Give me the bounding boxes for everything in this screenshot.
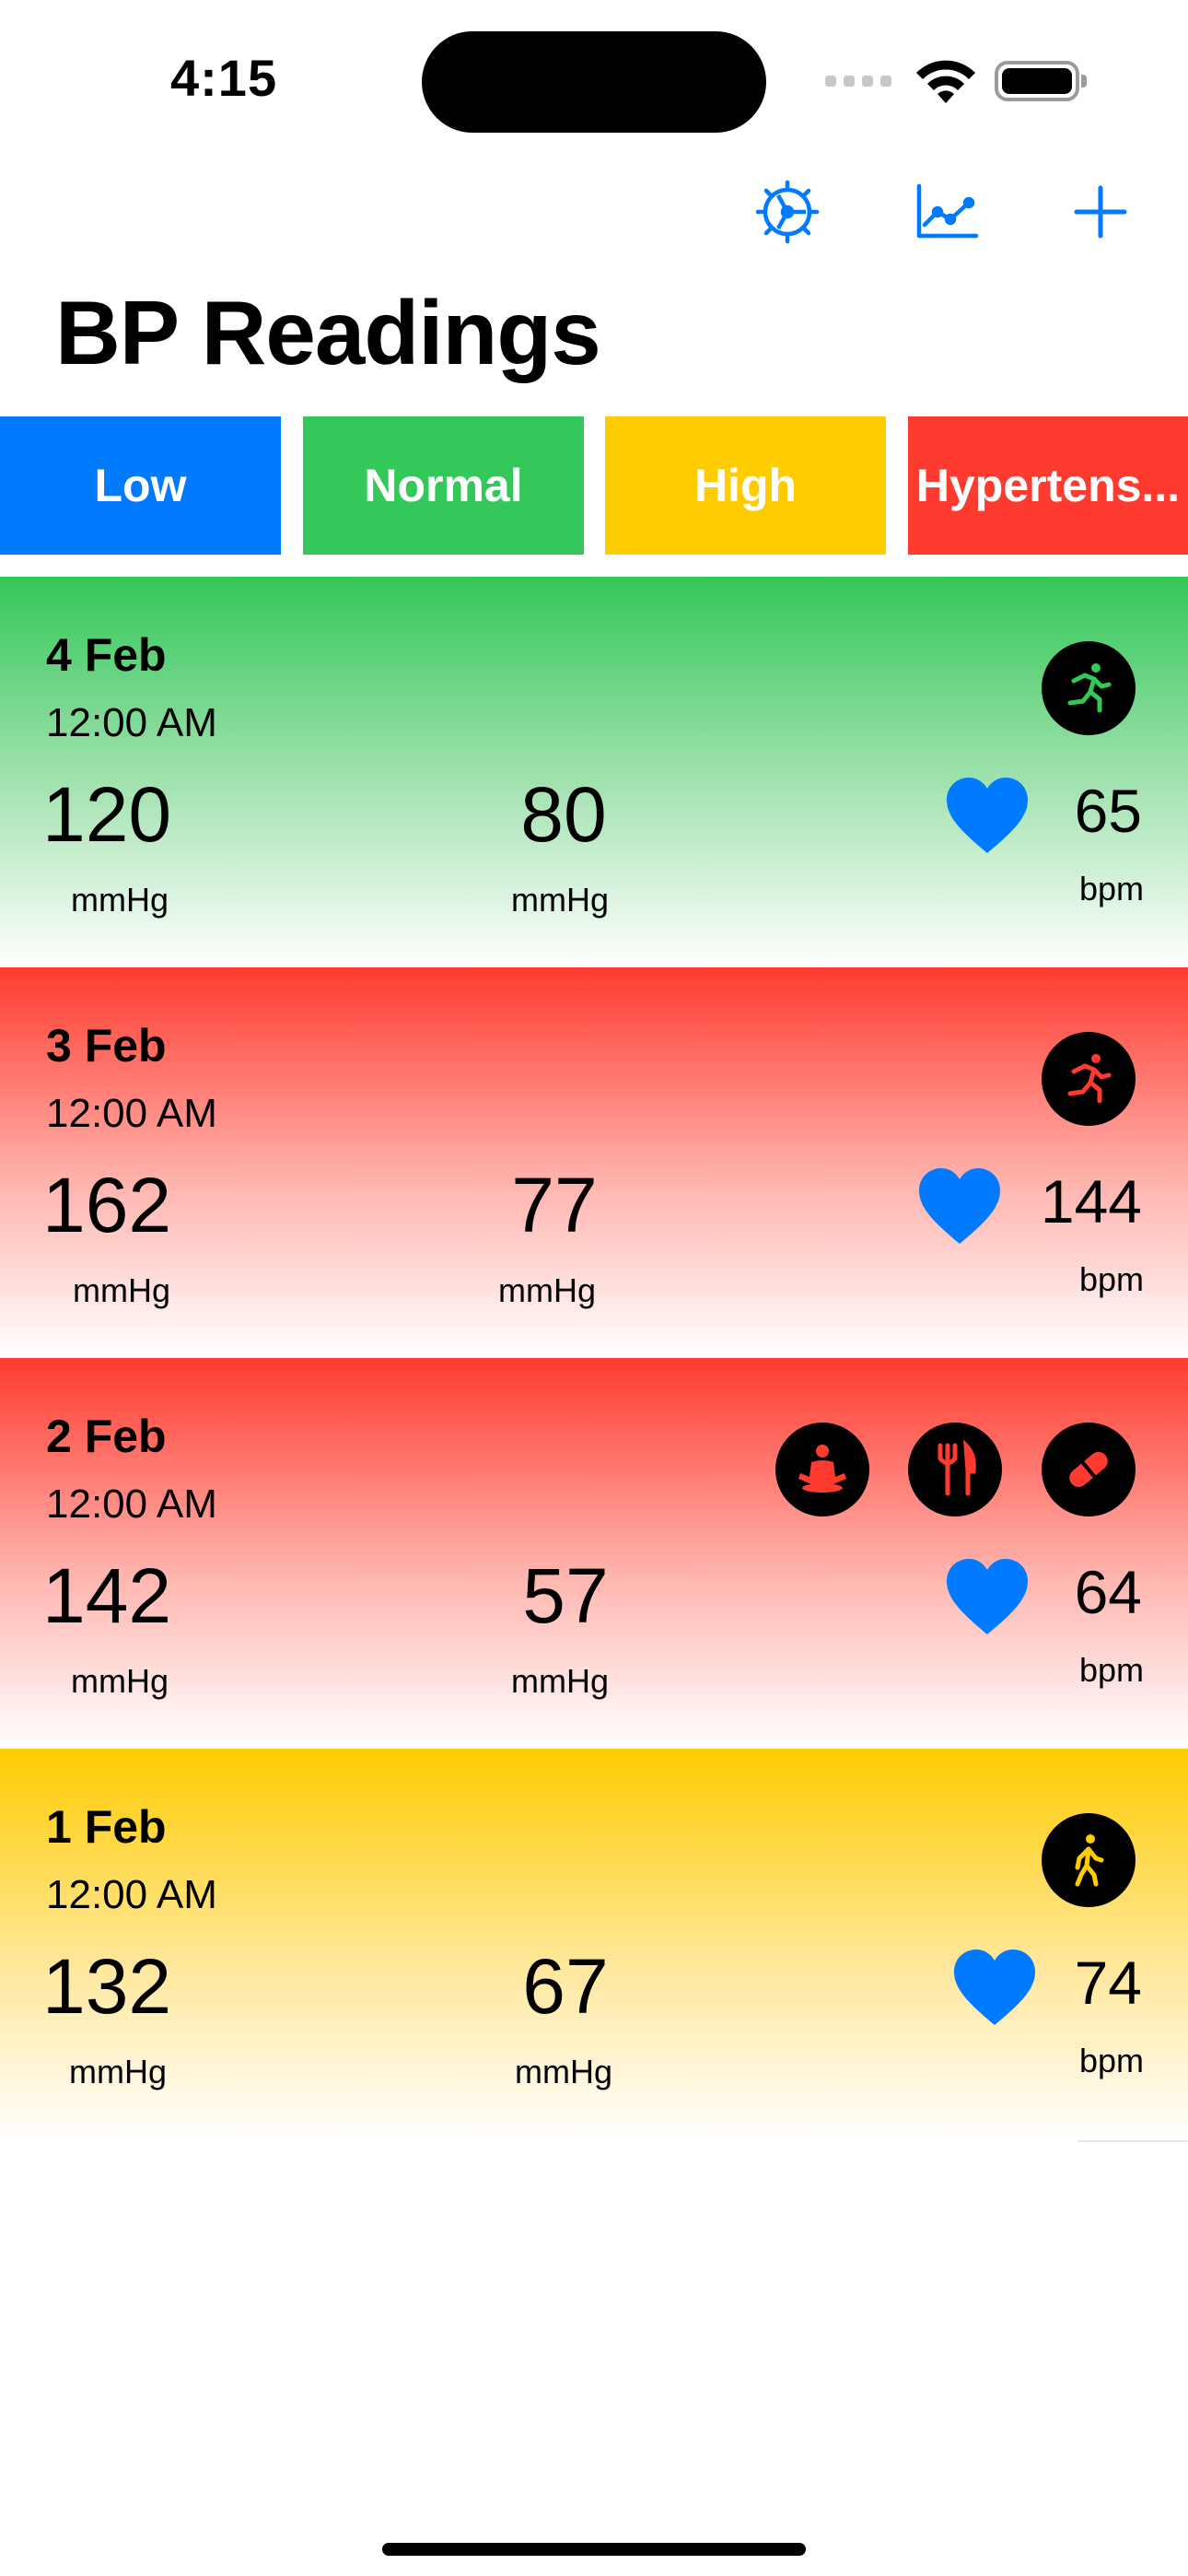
reading-row[interactable]: 3 Feb 12:00 AM 162 mmHg 77 mmHg 144 bpm (0, 967, 1188, 1358)
fork-knife-icon (938, 1440, 976, 1496)
filter-high[interactable]: High (605, 416, 886, 555)
readings-list: 4 Feb 12:00 AM 120 mmHg 80 mmHg 65 bpm 3… (0, 577, 1188, 2139)
settings-gear-icon (755, 180, 820, 244)
diastolic-value: 80 (520, 771, 607, 858)
cellular-signal-icon (825, 76, 891, 87)
walking-icon (1075, 1834, 1104, 1887)
pulse-unit: bpm (1078, 2042, 1144, 2079)
chart-icon (916, 183, 979, 239)
activity-tag (908, 1423, 1002, 1516)
battery-icon (995, 61, 1087, 101)
wifi-icon (916, 60, 975, 103)
pill-icon (1069, 1452, 1108, 1487)
systolic-unit: mmHg (73, 1271, 170, 1309)
reading-time: 12:00 AM (46, 1872, 217, 1917)
reading-time: 12:00 AM (46, 1481, 217, 1527)
reading-row[interactable]: 1 Feb 12:00 AM 132 mmHg 67 mmHg 74 bpm (0, 1749, 1188, 2139)
pulse-value: 74 (1074, 1949, 1142, 2017)
heart-icon (947, 778, 1028, 853)
pulse-value: 144 (1040, 1167, 1142, 1235)
heart-icon (919, 1168, 1000, 1244)
reading-time: 12:00 AM (46, 1091, 217, 1136)
filter-normal[interactable]: Normal (303, 416, 584, 555)
heart-icon (947, 1559, 1028, 1634)
pulse-unit: bpm (1078, 870, 1144, 907)
diastolic-value: 67 (522, 1943, 609, 2030)
reading-row[interactable]: 2 Feb 12:00 AM 142 mmHg 57 mmHg 64 bpm (0, 1358, 1188, 1749)
pulse-value: 65 (1074, 777, 1142, 845)
activity-tag (1042, 641, 1136, 735)
activity-tag (1042, 1423, 1136, 1516)
settings-button[interactable] (751, 175, 824, 249)
diastolic-unit: mmHg (498, 1271, 596, 1309)
plus-icon (1074, 185, 1127, 239)
reading-date: 1 Feb (46, 1801, 167, 1853)
activity-tag (1042, 1032, 1136, 1126)
systolic-value: 162 (42, 1162, 172, 1248)
systolic-unit: mmHg (71, 1662, 169, 1700)
diastolic-value: 77 (511, 1162, 598, 1248)
systolic-value: 120 (42, 771, 172, 858)
reading-date: 2 Feb (46, 1411, 167, 1462)
pulse-unit: bpm (1078, 1260, 1144, 1298)
page-title: BP Readings (55, 282, 601, 383)
pulse-unit: bpm (1078, 1651, 1144, 1689)
systolic-unit: mmHg (69, 2053, 167, 2090)
diastolic-value: 57 (522, 1552, 609, 1639)
systolic-value: 132 (42, 1943, 172, 2030)
meditation-icon (798, 1445, 846, 1493)
diastolic-unit: mmHg (515, 2053, 612, 2090)
diastolic-unit: mmHg (511, 1662, 609, 1700)
running-icon (1067, 1054, 1112, 1104)
heart-icon (954, 1950, 1035, 2025)
home-indicator[interactable] (382, 2543, 806, 2556)
status-icons (825, 57, 1087, 105)
activity-tag (1042, 1813, 1136, 1907)
chart-button[interactable] (910, 175, 984, 249)
diastolic-unit: mmHg (511, 881, 609, 919)
activity-tag (775, 1423, 869, 1516)
filter-low[interactable]: Low (0, 416, 281, 555)
list-divider (1077, 2140, 1188, 2142)
running-icon (1067, 663, 1112, 713)
reading-row[interactable]: 4 Feb 12:00 AM 120 mmHg 80 mmHg 65 bpm (0, 577, 1188, 967)
pulse-value: 64 (1074, 1558, 1142, 1626)
add-reading-button[interactable] (1064, 175, 1137, 249)
systolic-value: 142 (42, 1552, 172, 1639)
reading-date: 3 Feb (46, 1020, 167, 1071)
reading-time: 12:00 AM (46, 700, 217, 745)
category-filters: Low Normal High Hypertens... (0, 416, 1188, 555)
reading-date: 4 Feb (46, 629, 167, 681)
status-time: 4:15 (170, 49, 278, 107)
systolic-unit: mmHg (71, 881, 169, 919)
dynamic-island (422, 31, 766, 133)
filter-hypertension[interactable]: Hypertens... (908, 416, 1188, 555)
